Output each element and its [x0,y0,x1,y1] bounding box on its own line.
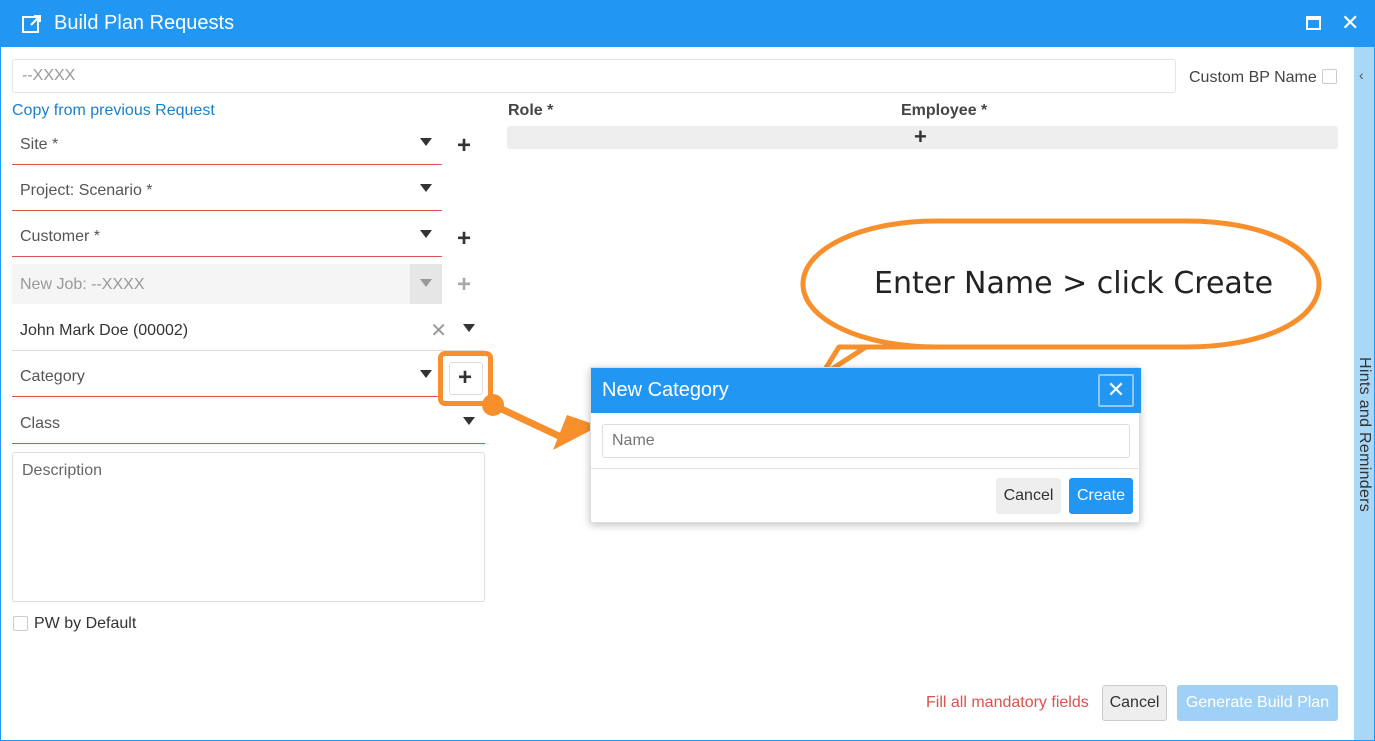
chevron-down-icon[interactable] [420,138,432,146]
dialog-create-button[interactable]: Create [1069,478,1133,514]
dialog-divider [591,468,1141,469]
category-name-input[interactable] [602,424,1130,458]
employee-select[interactable]: John Mark Doe (00002) ✕ [12,309,485,351]
new-category-dialog: New Category ✕ Cancel Create [590,367,1141,523]
mandatory-fields-message: Fill all mandatory fields [926,694,1089,711]
chevron-down-icon [420,279,432,287]
custom-bp-name-checkbox[interactable] [1322,69,1337,84]
cancel-button[interactable]: Cancel [1102,685,1167,721]
customer-label: Customer * [20,228,101,245]
employee-column-header: Employee * [901,102,988,119]
pw-default-label: PW by Default [34,615,137,632]
close-icon[interactable]: ✕ [1341,11,1359,35]
new-job-select: New Job: --XXXX [12,264,442,304]
chevron-down-icon[interactable] [463,417,475,425]
bp-name-input[interactable]: --XXXX [12,59,1176,93]
dialog-cancel-button[interactable]: Cancel [996,478,1061,514]
description-placeholder: Description [22,462,103,479]
add-customer-button[interactable]: + [457,227,471,251]
class-select[interactable]: Class [12,402,485,444]
dialog-header: New Category ✕ [591,368,1141,413]
dialog-title: New Category [602,379,729,401]
custom-bp-name-label: Custom BP Name [1189,69,1317,86]
clear-icon[interactable]: ✕ [430,318,447,343]
new-job-label: New Job: --XXXX [20,276,145,293]
new-job-dropdown-toggle [410,264,442,304]
pw-default-checkbox[interactable] [13,616,28,631]
hints-side-panel[interactable]: ‹ Hints and Reminders [1354,47,1374,740]
hints-panel-label: Hints and Reminders [1356,357,1373,513]
title-bar: Build Plan Requests ✕ [1,1,1374,47]
chevron-left-icon[interactable]: ‹ [1359,67,1364,83]
build-plan-window: Build Plan Requests ✕ ‹ Hints and Remind… [0,0,1375,741]
chevron-down-icon[interactable] [420,184,432,192]
chevron-down-icon[interactable] [463,324,475,332]
external-link-icon [22,15,41,33]
add-role-row[interactable]: + [507,125,1338,149]
callout-text: Enter Name > click Create [874,266,1274,301]
chevron-down-icon[interactable] [420,370,432,378]
chevron-down-icon[interactable] [420,230,432,238]
project-scenario-select[interactable]: Project: Scenario * [12,169,442,211]
add-job-button: + [457,271,472,298]
add-site-button[interactable]: + [457,134,471,158]
add-role-button[interactable]: + [914,125,927,149]
pointer-arrow [489,401,565,441]
site-select[interactable]: Site * [12,123,442,165]
site-label: Site * [20,136,59,153]
customer-select[interactable]: Customer * [12,215,442,257]
window-title: Build Plan Requests [54,12,235,34]
class-label: Class [20,415,61,432]
category-select[interactable]: Category [12,355,442,397]
category-label: Category [20,368,85,385]
dialog-close-icon[interactable]: ✕ [1098,374,1134,407]
description-textarea[interactable]: Description [12,452,485,602]
highlight-box [438,351,493,406]
project-scenario-label: Project: Scenario * [20,182,153,199]
maximize-icon[interactable] [1306,16,1321,30]
generate-build-plan-button[interactable]: Generate Build Plan [1177,685,1338,721]
role-column-header: Role * [508,102,554,119]
copy-previous-request-link[interactable]: Copy from previous Request [12,102,215,120]
employee-value: John Mark Doe (00002) [20,322,189,339]
